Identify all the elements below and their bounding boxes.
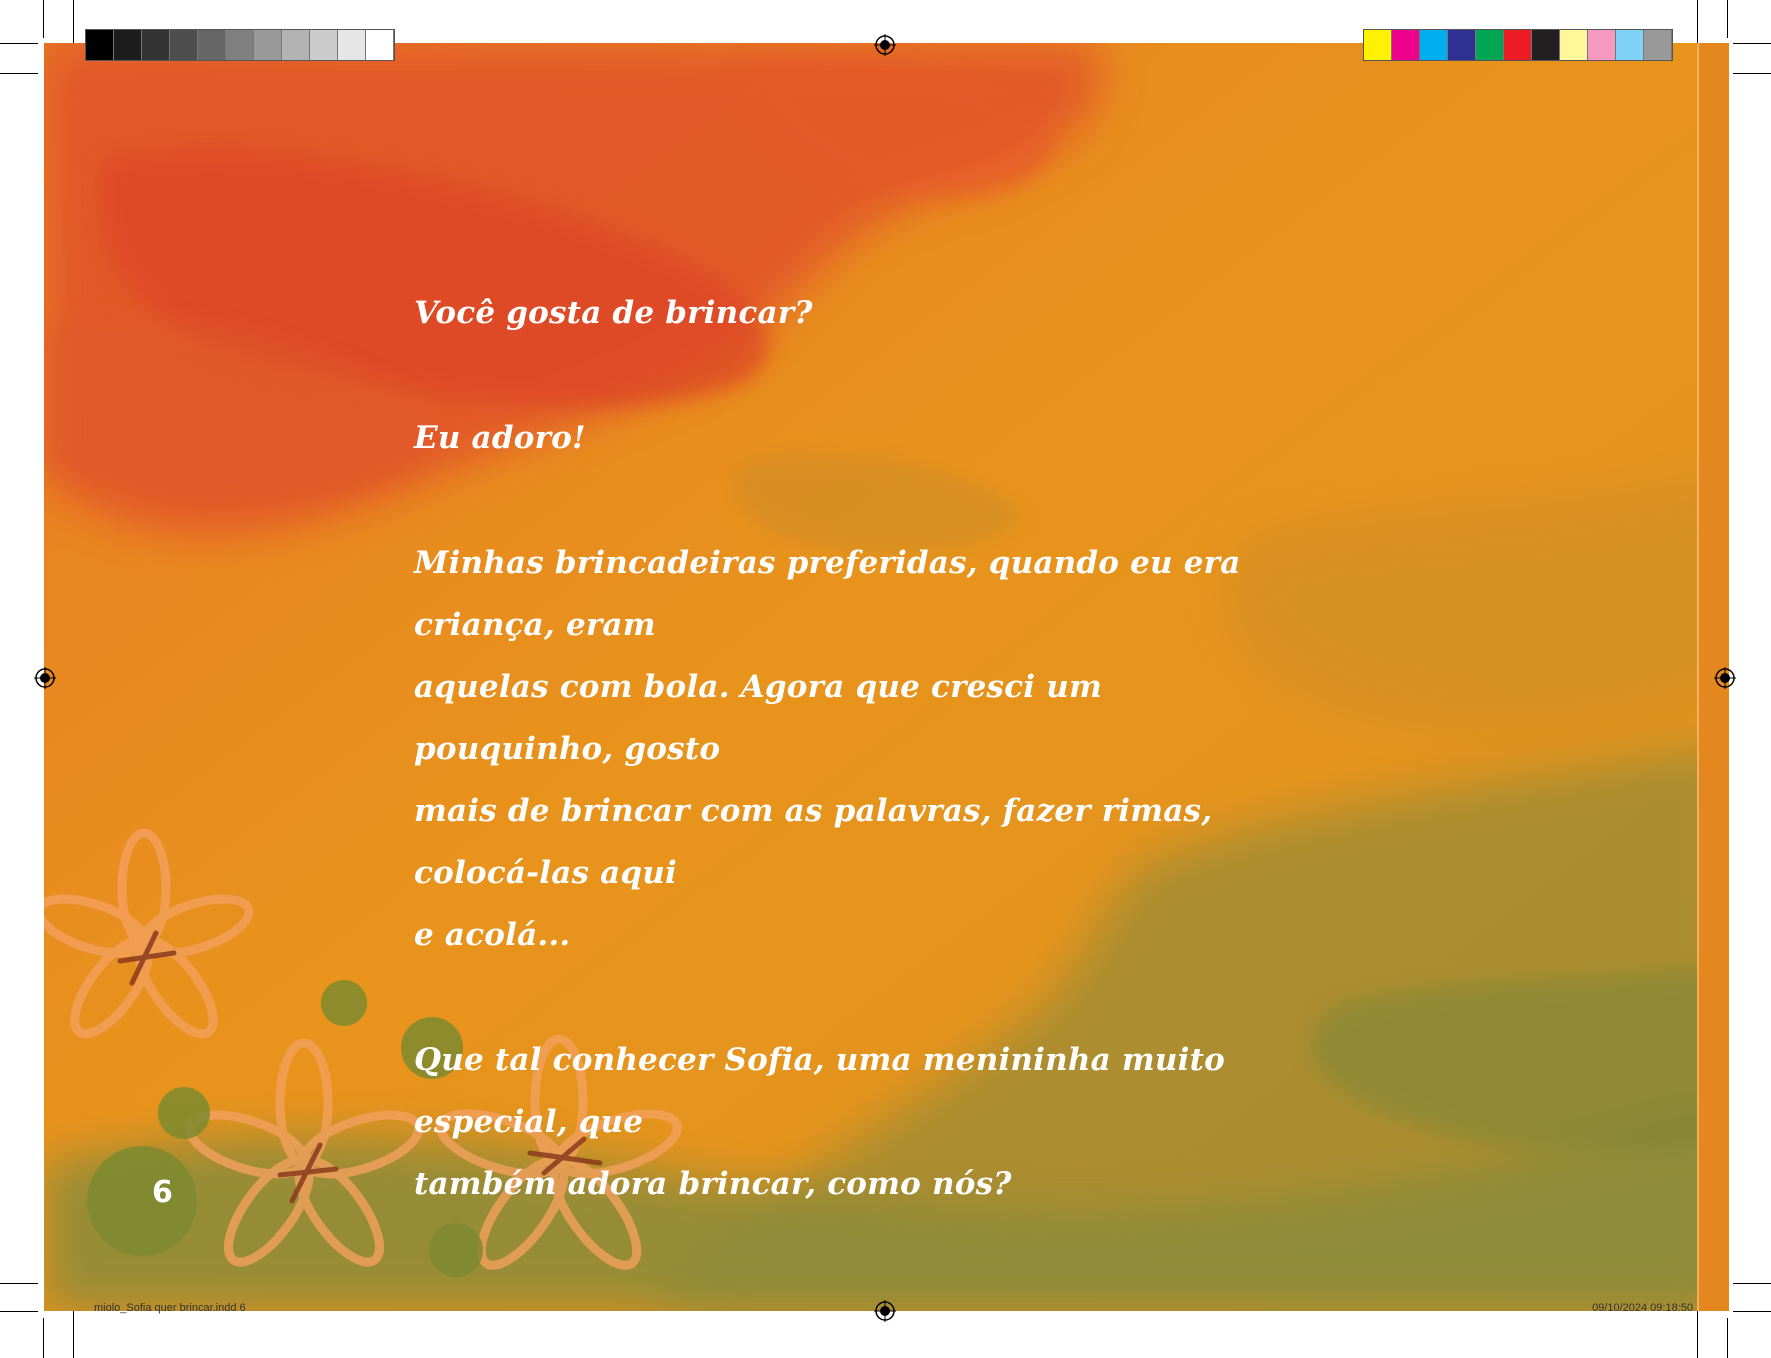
paragraph-answer: Eu adoro! — [414, 407, 1294, 469]
color-swatch — [1532, 30, 1560, 60]
color-swatch — [1588, 30, 1616, 60]
color-swatch — [1476, 30, 1504, 60]
print-sheet: Você gosta de brincar? Eu adoro! Minhas … — [0, 0, 1771, 1358]
crop-mark — [1727, 1318, 1728, 1358]
crop-mark — [0, 1283, 38, 1284]
registration-mark-icon — [874, 34, 896, 56]
text-line: Você gosta de brincar? — [414, 295, 813, 331]
color-swatch — [1364, 30, 1392, 60]
text-line: e acolá... — [414, 917, 571, 953]
color-swatch — [86, 30, 114, 60]
color-swatch — [1504, 30, 1532, 60]
crop-mark — [0, 1311, 38, 1312]
text-line: Minhas brincadeiras preferidas, quando e… — [414, 545, 1241, 643]
color-swatch — [282, 30, 310, 60]
crop-mark — [43, 0, 44, 38]
color-swatch — [1560, 30, 1588, 60]
file-slug: miolo_Sofia quer brincar.indd 6 — [94, 1302, 246, 1314]
page-number: 6 — [152, 1175, 173, 1210]
paragraph-question: Você gosta de brincar? — [414, 282, 1294, 344]
crop-mark — [43, 1318, 44, 1358]
registration-mark-icon — [1714, 667, 1736, 689]
color-swatch — [1616, 30, 1644, 60]
color-swatch — [1644, 30, 1672, 60]
color-swatch — [366, 30, 394, 60]
text-line: também adora brincar, como nós? — [414, 1166, 1012, 1202]
color-swatch — [310, 30, 338, 60]
date-slug: 09/10/2024 09:18:50 — [1592, 1302, 1693, 1314]
process-color-bar — [1363, 29, 1673, 61]
story-text: Você gosta de brincar? Eu adoro! Minhas … — [414, 282, 1294, 1215]
color-swatch — [254, 30, 282, 60]
registration-mark-icon — [874, 1300, 896, 1322]
color-swatch — [1448, 30, 1476, 60]
text-line: Que tal conhecer Sofia, uma menininha mu… — [414, 1042, 1225, 1140]
crop-mark — [1727, 0, 1728, 38]
grayscale-color-bar — [85, 29, 395, 61]
text-line: mais de brincar com as palavras, fazer r… — [414, 793, 1213, 891]
book-page: Você gosta de brincar? Eu adoro! Minhas … — [44, 43, 1729, 1311]
crop-mark — [0, 73, 38, 74]
color-swatch — [338, 30, 366, 60]
text-line: aquelas com bola. Agora que cresci um po… — [414, 669, 1102, 767]
paragraph-meet-sofia: Que tal conhecer Sofia, uma menininha mu… — [414, 1029, 1294, 1215]
registration-mark-icon — [34, 667, 56, 689]
crop-mark — [1733, 73, 1771, 74]
crop-mark — [0, 43, 38, 44]
crop-mark — [1733, 1283, 1771, 1284]
crop-mark — [1733, 1311, 1771, 1312]
color-swatch — [114, 30, 142, 60]
crop-mark — [1733, 43, 1771, 44]
color-swatch — [1392, 30, 1420, 60]
color-swatch — [1420, 30, 1448, 60]
text-line: Eu adoro! — [414, 420, 586, 456]
color-swatch — [198, 30, 226, 60]
color-swatch — [226, 30, 254, 60]
color-swatch — [142, 30, 170, 60]
paragraph-favorite-games: Minhas brincadeiras preferidas, quando e… — [414, 532, 1294, 966]
color-swatch — [170, 30, 198, 60]
